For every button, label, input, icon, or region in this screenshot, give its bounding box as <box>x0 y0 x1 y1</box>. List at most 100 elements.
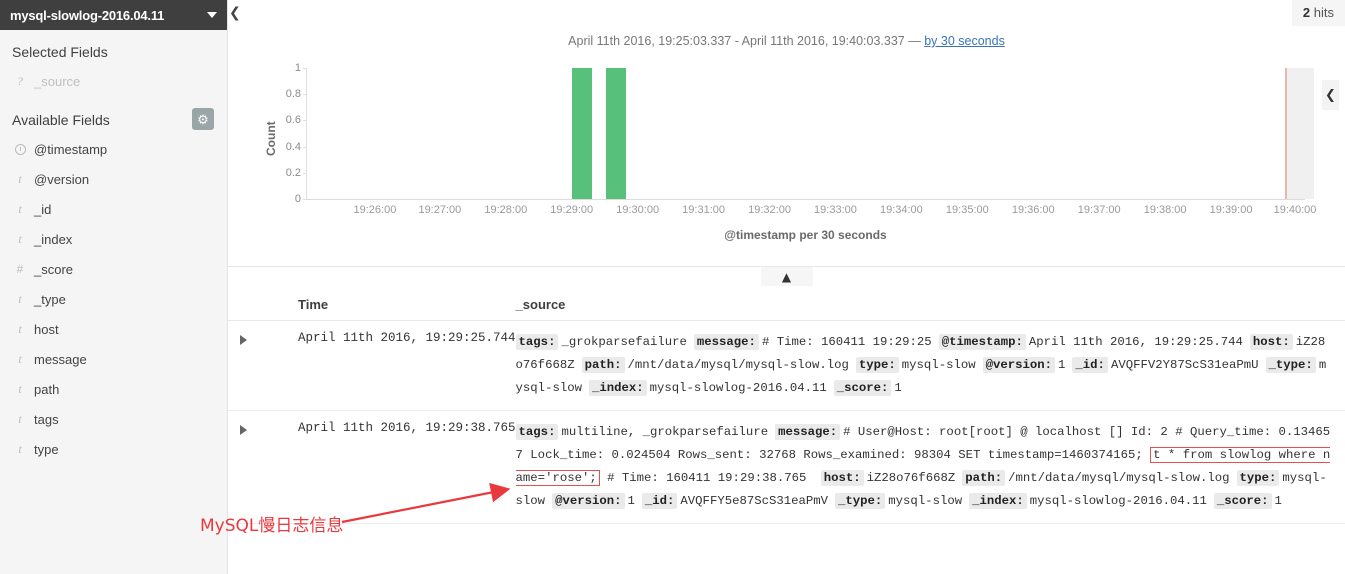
y-tick: 1 <box>294 62 301 74</box>
table-row[interactable]: April 11th 2016, 19:29:38.765 tags: multi… <box>228 410 1345 524</box>
y-axis-label: Count <box>264 121 278 156</box>
chart-time-range: April 11th 2016, 19:25:03.337 - April 11… <box>228 34 1345 48</box>
x-tick: 19:30:00 <box>616 204 660 216</box>
plot-region[interactable]: 0 0.2 0.4 0.6 0.8 1 <box>286 62 1314 205</box>
hits-count: 2 <box>1302 5 1311 20</box>
field-name: message <box>34 351 87 367</box>
sidebar-field-path[interactable]: t path <box>0 374 227 404</box>
index-pattern-selector[interactable]: mysql-slowlog-2016.04.11 <box>0 0 227 30</box>
x-tick: 19:32:00 <box>748 204 791 216</box>
field-value: mysql-slowlog-2016.04.11 <box>649 381 827 395</box>
collapse-sidebar-button[interactable]: ❮ <box>229 6 243 20</box>
x-tick: 19:33:00 <box>814 204 857 216</box>
field-type-string-icon: t <box>18 381 22 396</box>
hits-label: hits <box>1313 5 1334 20</box>
field-name: @version <box>34 171 90 187</box>
sidebar-field-message[interactable]: t message <box>0 344 227 374</box>
x-axis: 19:26:00 19:27:00 19:28:00 19:29:00 19:3… <box>306 204 1317 220</box>
field-name: _type <box>34 291 66 307</box>
field-value: April 11th 2016, 19:29:25.744 <box>1028 335 1243 349</box>
table-header-row: Time _source <box>228 291 1345 321</box>
chart-collapse-button[interactable]: ❮ <box>1322 80 1339 110</box>
y-tick: 0.4 <box>285 140 301 153</box>
sidebar-field-index[interactable]: t _index <box>0 224 227 254</box>
chart-area: Count 0 0.2 0.4 0.6 0.8 1 19:26:00 19:27… <box>262 60 1339 260</box>
expand-column-header <box>228 291 264 321</box>
field-key: @version: <box>982 357 1056 373</box>
field-type-unknown-icon: ? <box>17 73 23 88</box>
sidebar-field-tags[interactable]: t tags <box>0 404 227 434</box>
y-tick: 0 <box>294 193 301 205</box>
time-column-header[interactable]: Time <box>264 291 516 321</box>
field-key: _type: <box>1265 357 1316 373</box>
histogram-bar[interactable] <box>606 68 627 199</box>
field-key: tags: <box>515 334 559 350</box>
field-name: path <box>34 381 60 397</box>
field-name: _score <box>34 261 74 277</box>
x-tick: 19:40:00 <box>1273 204 1317 216</box>
field-key: path: <box>581 357 625 373</box>
x-tick: 19:36:00 <box>1011 204 1055 216</box>
field-key: _index: <box>969 493 1027 509</box>
field-type-string-icon: t <box>18 321 22 336</box>
row-time: April 11th 2016, 19:29:38.765 <box>264 410 516 524</box>
field-value: 1 <box>1058 358 1066 372</box>
selected-fields-title: Selected Fields <box>12 44 108 60</box>
row-time: April 11th 2016, 19:29:25.744 <box>264 320 516 411</box>
field-value: 1 <box>627 494 635 508</box>
sidebar-field-id[interactable]: t _id <box>0 194 227 224</box>
collapse-chart-button[interactable]: ▲ <box>760 267 813 286</box>
field-key: @timestamp: <box>938 334 1026 350</box>
field-value: _grokparsefailure <box>561 335 687 349</box>
x-tick: 19:35:00 <box>945 204 989 216</box>
field-value: 1 <box>1274 494 1282 508</box>
main-panel: 2 hits April 11th 2016, 19:25:03.337 - A… <box>228 0 1345 574</box>
documents-section: ▲ Time _source April 11th 2016, 19:29:25… <box>228 266 1345 524</box>
caret-down-icon[interactable] <box>207 12 217 18</box>
field-key: path: <box>962 470 1006 486</box>
field-key: message: <box>693 334 759 350</box>
sidebar-field-type-meta[interactable]: t _type <box>0 284 227 314</box>
field-key: host: <box>820 470 864 486</box>
x-tick: 19:28:00 <box>484 204 528 216</box>
sidebar-field-host[interactable]: t host <box>0 314 227 344</box>
field-value: mysql-slowlog-2016.04.11 <box>1029 494 1207 508</box>
documents-table: Time _source April 11th 2016, 19:29:25.7… <box>228 291 1345 524</box>
sidebar-field-score[interactable]: # _score <box>0 254 227 284</box>
sidebar-field-source[interactable]: ? _source <box>0 66 227 96</box>
row-source: tags: multiline, _grokparsefailure message… <box>515 410 1345 524</box>
row-source: tags: _grokparsefailure message: # Time: 16… <box>515 320 1345 411</box>
source-column-header[interactable]: _source <box>515 291 1345 321</box>
triangle-right-icon[interactable] <box>240 425 247 435</box>
field-key: type: <box>1236 470 1280 486</box>
field-key: _index: <box>588 380 647 396</box>
field-name: type <box>34 441 59 457</box>
sidebar-field-type[interactable]: t type <box>0 434 227 464</box>
field-type-string-icon: t <box>18 201 22 216</box>
x-tick: 19:27:00 <box>418 204 462 216</box>
x-tick: 19:39:00 <box>1209 204 1253 216</box>
interval-link[interactable]: by 30 seconds <box>924 34 1005 48</box>
field-key: @version: <box>552 493 625 509</box>
histogram-bar[interactable] <box>572 68 593 199</box>
field-key: host: <box>1249 334 1293 350</box>
sidebar-field-timestamp[interactable]: @timestamp <box>0 134 227 164</box>
index-pattern-name: mysql-slowlog-2016.04.11 <box>10 7 165 23</box>
field-key: _score: <box>1213 493 1272 509</box>
field-value: # Time: 160411 19:29:25 <box>761 335 932 349</box>
sidebar-field-version[interactable]: t @version <box>0 164 227 194</box>
field-value: AVQFFV2Y87ScS31eaPmU <box>1110 358 1259 372</box>
field-type-string-icon: t <box>18 291 22 306</box>
y-tick: 0.6 <box>285 114 301 127</box>
x-tick: 19:29:00 <box>550 204 594 216</box>
gear-icon[interactable]: ⚙ <box>192 108 214 130</box>
chart-range-text: April 11th 2016, 19:25:03.337 - April 11… <box>568 34 925 48</box>
x-axis-label: @timestamp per 30 seconds <box>724 228 887 242</box>
triangle-right-icon[interactable] <box>240 335 247 345</box>
table-row[interactable]: April 11th 2016, 19:29:25.744 tags: _grok… <box>228 320 1345 411</box>
field-type-string-icon: t <box>18 171 22 186</box>
field-type-string-icon: t <box>18 411 22 426</box>
field-value: iZ28o76f668Z <box>866 471 956 485</box>
field-name: _index <box>34 231 73 247</box>
field-type-string-icon: t <box>18 441 22 456</box>
